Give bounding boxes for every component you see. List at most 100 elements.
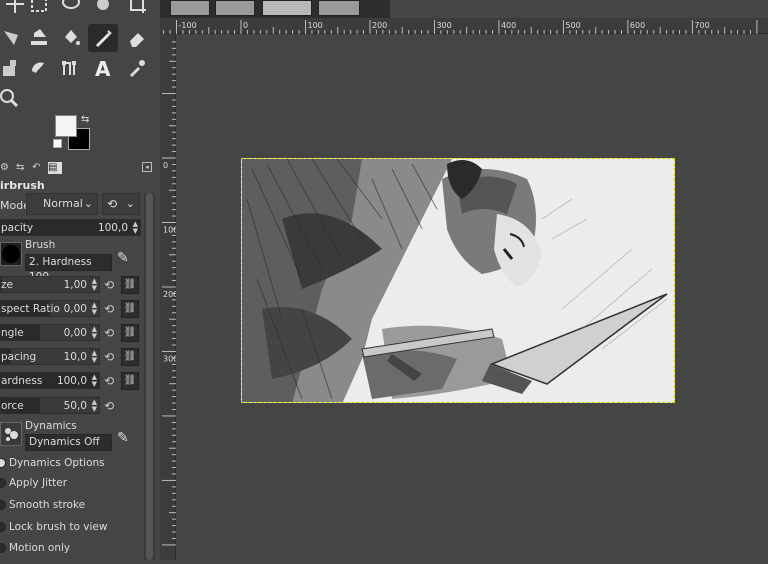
image-tab-thumbnail[interactable] <box>318 0 360 16</box>
reset-icon[interactable]: ⟲ <box>104 302 118 316</box>
opacity-slider[interactable]: pacity 100,0 ▲ ▼ <box>0 219 141 236</box>
mode-select[interactable]: Normal ⌄ <box>26 193 98 215</box>
link-to-brush-icon[interactable]: ⛓ <box>121 372 139 390</box>
image-tab-thumbnail[interactable] <box>215 0 255 16</box>
slider-label: ze <box>1 279 13 291</box>
dynamics-preview[interactable] <box>0 422 22 446</box>
paths-tool-icon[interactable] <box>56 54 86 82</box>
ruler-tick-label: 300 <box>436 21 451 30</box>
eraser-tool-icon[interactable] <box>122 24 152 52</box>
lasso-tool-icon[interactable] <box>56 0 86 18</box>
link-to-brush-icon[interactable]: ⛓ <box>121 276 139 294</box>
ruler-tick-label: 200 <box>163 290 176 299</box>
checkbox-label: Smooth stroke <box>9 499 86 511</box>
param-slider[interactable]: ardness 100,0 ▲ ▼ <box>0 372 100 389</box>
smudge-tool-icon[interactable] <box>24 54 54 82</box>
image-thumbnail-strip <box>160 0 390 18</box>
color-picker-tool-icon[interactable] <box>122 54 152 82</box>
option-checkbox[interactable]: Dynamics Options <box>0 454 105 472</box>
option-checkbox[interactable]: Lock brush to view <box>0 518 107 536</box>
option-checkbox[interactable]: Smooth stroke <box>0 496 85 514</box>
airbrush-tool-icon[interactable] <box>88 24 118 52</box>
image-tab-thumbnail[interactable] <box>262 0 312 16</box>
vertical-ruler[interactable]: 0 100 200 300 <box>160 34 178 560</box>
spin-arrows-icon[interactable]: ▲ ▼ <box>92 302 97 316</box>
zoom-tool-icon[interactable] <box>0 84 24 112</box>
image-canvas[interactable] <box>241 158 675 403</box>
checkbox-icon[interactable] <box>0 478 6 488</box>
ruler-tick-label: -100 <box>179 21 197 30</box>
param-slider[interactable]: ngle 0,00 ▲ ▼ <box>0 324 100 341</box>
ruler-tick-label: 300 <box>163 354 176 363</box>
images-tab-icon[interactable]: ▤ <box>48 162 62 174</box>
edit-brush-icon[interactable]: ✎ <box>117 250 129 266</box>
param-slider[interactable]: pacing 10,0 ▲ ▼ <box>0 348 100 365</box>
slider-label: ardness <box>1 375 43 387</box>
reset-icon[interactable]: ⟲ <box>104 350 118 364</box>
bucket-fill-tool-icon[interactable] <box>24 24 54 52</box>
reset-icon[interactable]: ⟲ <box>104 399 118 413</box>
link-to-brush-icon[interactable]: ⛓ <box>121 324 139 342</box>
brush-name-field[interactable]: 2. Hardness 100 <box>25 254 112 283</box>
ruler-tick-label: 400 <box>501 21 516 30</box>
spin-arrows-icon[interactable]: ▲ ▼ <box>92 374 97 388</box>
slider-value: 10,0 <box>63 351 87 363</box>
tool-options-tab-icon[interactable]: ⚙ <box>0 162 12 174</box>
edit-dynamics-icon[interactable]: ✎ <box>117 430 129 446</box>
default-colors-icon[interactable] <box>53 139 62 148</box>
undo-history-tab-icon[interactable]: ↶ <box>32 162 44 174</box>
reset-icon[interactable]: ⟲ <box>104 374 118 388</box>
slider-value: 50,0 <box>63 400 87 412</box>
paint-bucket-tool-icon[interactable] <box>56 24 86 52</box>
spin-arrows-icon[interactable]: ▲ ▼ <box>133 221 138 235</box>
rect-select-tool-icon[interactable] <box>24 0 54 18</box>
param-slider[interactable]: ze 1,00 ▲ ▼ <box>0 276 100 293</box>
spin-arrows-icon[interactable]: ▲ ▼ <box>92 278 97 292</box>
reset-icon: ⟲ <box>107 197 118 211</box>
dynamics-label: Dynamics <box>25 420 77 432</box>
checkbox-icon[interactable] <box>0 458 6 468</box>
ruler-tick-label: 0 <box>243 21 248 30</box>
param-slider[interactable]: orce 50,0 ▲ ▼ <box>0 397 100 414</box>
fuzzy-select-tool-icon[interactable] <box>88 0 118 18</box>
ruler-tick-label: 600 <box>630 21 645 30</box>
chevron-down-icon: ⌄ <box>83 197 93 210</box>
crop-tool-icon[interactable] <box>122 0 152 18</box>
slider-value: 100,0 <box>56 375 87 387</box>
option-checkbox[interactable]: Apply Jitter <box>0 474 67 492</box>
opacity-value: 100,0 <box>97 222 128 234</box>
foreground-color-swatch[interactable] <box>55 115 77 137</box>
link-to-brush-icon[interactable]: ⛓ <box>121 348 139 366</box>
spin-arrows-icon[interactable]: ▲ ▼ <box>92 399 97 413</box>
checkbox-icon[interactable] <box>0 500 6 510</box>
brush-preview[interactable] <box>0 242 22 266</box>
spin-arrows-icon[interactable]: ▲ ▼ <box>92 350 97 364</box>
dock-menu-icon[interactable]: ◂ <box>142 162 152 172</box>
param-slider[interactable]: spect Ratio 0,00 ▲ ▼ <box>0 300 100 317</box>
transform-tool-icon[interactable] <box>0 24 26 52</box>
dynamics-name-field[interactable]: Dynamics Off <box>25 434 112 451</box>
sketch-artwork <box>242 159 674 402</box>
horizontal-ruler[interactable]: -100 0 100 200 300 400 500 600 700 <box>160 18 768 34</box>
checkbox-label: Lock brush to view <box>9 521 108 533</box>
slider-value: 0,00 <box>63 327 87 339</box>
fg-bg-colors: ⇆ <box>50 112 96 152</box>
toolbox-dock: A ⇆ ⚙ ⇆ ↶ ▤ ◂ irbrush Mode Normal ⌄ ⟲ ⌄ … <box>0 0 156 560</box>
text-tool-icon[interactable]: A <box>88 54 118 82</box>
reset-icon[interactable]: ⟲ <box>104 278 118 292</box>
checkbox-icon[interactable] <box>0 522 6 532</box>
mode-value: Normal <box>43 197 83 210</box>
swap-colors-icon[interactable]: ⇆ <box>81 114 89 125</box>
tool-options-scrollbar[interactable] <box>144 193 155 560</box>
reset-icon[interactable]: ⟲ <box>104 326 118 340</box>
link-to-brush-icon[interactable]: ⛓ <box>121 300 139 318</box>
checkbox-icon[interactable] <box>0 543 6 553</box>
chevron-down-icon: ⌄ <box>125 197 135 210</box>
scrollbar-thumb[interactable] <box>146 193 153 560</box>
option-checkbox[interactable]: Motion only <box>0 539 70 557</box>
spin-arrows-icon[interactable]: ▲ ▼ <box>92 326 97 340</box>
mode-reset-select[interactable]: ⟲ ⌄ <box>102 193 140 215</box>
device-status-tab-icon[interactable]: ⇆ <box>16 162 28 174</box>
clone-tool-icon[interactable] <box>0 54 26 82</box>
image-tab-thumbnail[interactable] <box>170 0 210 16</box>
